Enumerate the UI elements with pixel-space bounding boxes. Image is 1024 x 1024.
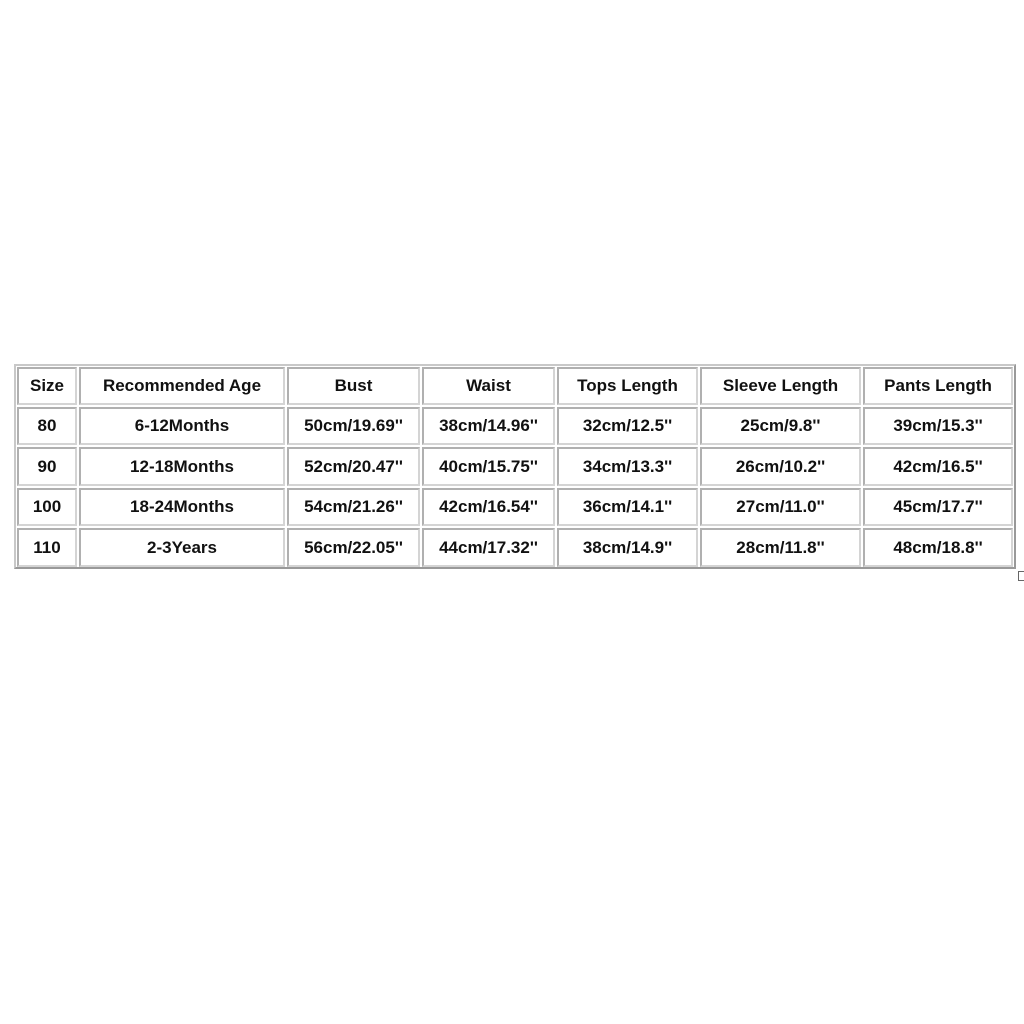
table-cell: 56cm/22.05'' [287,528,420,567]
table-cell: 40cm/15.75'' [422,447,555,486]
table-cell: 80 [17,407,77,445]
header-cell: Bust [287,367,420,405]
table-cell: 54cm/21.26'' [287,488,420,526]
table-cell: 12-18Months [79,447,285,486]
table-cell: 26cm/10.2'' [700,447,861,486]
table-cell: 50cm/19.69'' [287,407,420,445]
table-cell: 27cm/11.0'' [700,488,861,526]
header-cell: Waist [422,367,555,405]
table-cell: 100 [17,488,77,526]
table-cell: 52cm/20.47'' [287,447,420,486]
size-chart-table: Size Recommended Age Bust Waist Tops Length S… [14,364,1016,569]
table-cell: 42cm/16.5'' [863,447,1013,486]
table-cell: 18-24Months [79,488,285,526]
table-cell: 34cm/13.3'' [557,447,698,486]
broken-image-icon [1018,571,1024,581]
table-cell: 44cm/17.32'' [422,528,555,567]
header-cell: Sleeve Length [700,367,861,405]
table-cell: 32cm/12.5'' [557,407,698,445]
table-cell: 6-12Months [79,407,285,445]
table-cell: 28cm/11.8'' [700,528,861,567]
table-cell: 48cm/18.8'' [863,528,1013,567]
table-cell: 110 [17,528,77,567]
table-cell: 90 [17,447,77,486]
table-cell: 45cm/17.7'' [863,488,1013,526]
table-cell: 25cm/9.8'' [700,407,861,445]
table-cell: 38cm/14.9'' [557,528,698,567]
table-cell: 39cm/15.3'' [863,407,1013,445]
table-cell: 36cm/14.1'' [557,488,698,526]
table-cell: 2-3Years [79,528,285,567]
header-cell: Pants Length [863,367,1013,405]
table-cell: 42cm/16.54'' [422,488,555,526]
header-cell: Size [17,367,77,405]
header-cell: Tops Length [557,367,698,405]
header-cell: Recommended Age [79,367,285,405]
table-cell: 38cm/14.96'' [422,407,555,445]
